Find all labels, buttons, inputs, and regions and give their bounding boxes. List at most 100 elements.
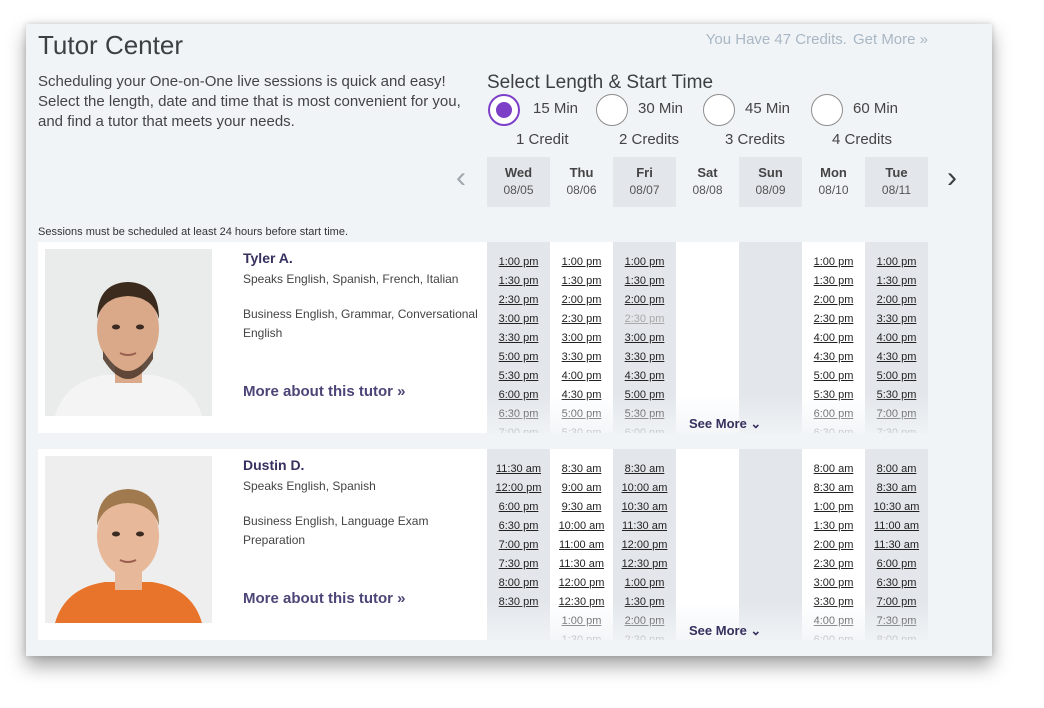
tutor-name[interactable]: Dustin D.: [243, 457, 304, 473]
length-option-1[interactable]: 15 Min: [488, 94, 600, 126]
time-slot[interactable]: 1:00 pm: [487, 253, 550, 272]
time-slot[interactable]: 11:30 am: [550, 555, 613, 574]
time-slot[interactable]: 3:00 pm: [487, 310, 550, 329]
more-about-tutor-link[interactable]: More about this tutor »: [243, 590, 406, 607]
more-about-tutor-link[interactable]: More about this tutor »: [243, 383, 406, 400]
time-slot[interactable]: 1:00 pm: [802, 253, 865, 272]
time-slot[interactable]: 1:30 pm: [613, 272, 676, 291]
time-slot[interactable]: 1:30 pm: [802, 517, 865, 536]
time-slot[interactable]: 6:00 pm: [487, 498, 550, 517]
time-slot[interactable]: 1:00 pm: [613, 253, 676, 272]
length-option-3[interactable]: 45 Min: [703, 94, 815, 126]
time-slot[interactable]: 5:00 pm: [613, 386, 676, 405]
time-slot[interactable]: 8:30 am: [802, 479, 865, 498]
time-slot[interactable]: 6:00 pm: [802, 405, 865, 424]
time-slot[interactable]: 10:00 am: [613, 479, 676, 498]
time-slot[interactable]: 6:30 pm: [865, 574, 928, 593]
time-slot[interactable]: 1:00 pm: [865, 253, 928, 272]
time-slot[interactable]: 1:00 pm: [802, 498, 865, 517]
time-slot[interactable]: 12:00 pm: [487, 479, 550, 498]
time-slot[interactable]: 3:30 pm: [802, 593, 865, 612]
time-slot[interactable]: 6:00 pm: [487, 386, 550, 405]
time-slot[interactable]: 3:30 pm: [613, 348, 676, 367]
time-slot[interactable]: 5:30 pm: [550, 424, 613, 433]
time-slot[interactable]: 2:30 pm: [613, 631, 676, 640]
prev-week-arrow-icon[interactable]: ‹: [456, 163, 466, 193]
time-slot[interactable]: 5:00 pm: [802, 367, 865, 386]
time-slot[interactable]: 12:30 pm: [550, 593, 613, 612]
length-radio[interactable]: [703, 94, 735, 126]
time-slot[interactable]: 12:00 pm: [550, 574, 613, 593]
time-slot[interactable]: 4:30 pm: [550, 386, 613, 405]
time-slot[interactable]: 1:30 pm: [865, 272, 928, 291]
time-slot[interactable]: 7:00 pm: [865, 593, 928, 612]
time-slot[interactable]: 5:30 pm: [487, 367, 550, 386]
time-slot[interactable]: 3:00 pm: [613, 329, 676, 348]
length-option-2[interactable]: 30 Min: [596, 94, 708, 126]
time-slot[interactable]: 4:30 pm: [802, 348, 865, 367]
time-slot[interactable]: 3:30 pm: [865, 310, 928, 329]
time-slot[interactable]: 1:30 pm: [802, 272, 865, 291]
time-slot[interactable]: 4:00 pm: [802, 612, 865, 631]
time-slot[interactable]: 1:30 pm: [550, 272, 613, 291]
time-slot[interactable]: 7:00 pm: [487, 536, 550, 555]
time-slot[interactable]: 3:00 pm: [802, 574, 865, 593]
time-slot[interactable]: 6:00 pm: [613, 424, 676, 433]
time-slot[interactable]: 8:00 pm: [865, 631, 928, 640]
time-slot[interactable]: 8:00 am: [865, 460, 928, 479]
time-slot[interactable]: 11:00 am: [865, 517, 928, 536]
time-slot[interactable]: 11:30 am: [613, 517, 676, 536]
length-option-4[interactable]: 60 Min: [811, 94, 923, 126]
time-slot[interactable]: 6:30 pm: [487, 517, 550, 536]
time-slot[interactable]: 2:30 pm: [550, 310, 613, 329]
time-slot[interactable]: 1:30 pm: [613, 593, 676, 612]
time-slot[interactable]: 2:30 pm: [802, 310, 865, 329]
time-slot[interactable]: 7:00 pm: [487, 424, 550, 433]
time-slot[interactable]: 2:30 pm: [613, 310, 676, 329]
time-slot[interactable]: 10:30 am: [865, 498, 928, 517]
time-slot[interactable]: 1:30 pm: [550, 631, 613, 640]
time-slot[interactable]: 8:00 am: [802, 460, 865, 479]
time-slot[interactable]: 8:30 am: [613, 460, 676, 479]
time-slot[interactable]: 2:00 pm: [802, 536, 865, 555]
time-slot[interactable]: 1:00 pm: [550, 253, 613, 272]
time-slot[interactable]: 2:00 pm: [550, 291, 613, 310]
time-slot[interactable]: 6:30 pm: [487, 405, 550, 424]
time-slot[interactable]: 4:00 pm: [802, 329, 865, 348]
time-slot[interactable]: 4:30 pm: [865, 348, 928, 367]
time-slot[interactable]: 5:30 pm: [613, 405, 676, 424]
time-slot[interactable]: 11:30 am: [487, 460, 550, 479]
time-slot[interactable]: 3:30 pm: [550, 348, 613, 367]
tutor-name[interactable]: Tyler A.: [243, 250, 293, 266]
time-slot[interactable]: 4:00 pm: [865, 329, 928, 348]
time-slot[interactable]: 1:00 pm: [550, 612, 613, 631]
time-slot[interactable]: 7:30 pm: [487, 555, 550, 574]
length-radio[interactable]: [811, 94, 843, 126]
next-week-arrow-icon[interactable]: ›: [947, 163, 957, 193]
time-slot[interactable]: 11:00 am: [550, 536, 613, 555]
time-slot[interactable]: 4:00 pm: [550, 367, 613, 386]
time-slot[interactable]: 1:30 pm: [487, 272, 550, 291]
time-slot[interactable]: 2:30 pm: [487, 291, 550, 310]
time-slot[interactable]: 5:30 pm: [802, 386, 865, 405]
time-slot[interactable]: 3:30 pm: [487, 329, 550, 348]
see-more-button[interactable]: See More ⌄: [689, 416, 761, 432]
time-slot[interactable]: 9:00 am: [550, 479, 613, 498]
time-slot[interactable]: 12:00 pm: [613, 536, 676, 555]
length-radio[interactable]: [596, 94, 628, 126]
time-slot[interactable]: 2:00 pm: [613, 291, 676, 310]
time-slot[interactable]: 8:30 pm: [487, 593, 550, 612]
time-slot[interactable]: 11:30 am: [865, 536, 928, 555]
time-slot[interactable]: 5:00 pm: [487, 348, 550, 367]
time-slot[interactable]: 2:00 pm: [613, 612, 676, 631]
get-more-link[interactable]: Get More »: [853, 31, 928, 48]
time-slot[interactable]: 5:30 pm: [865, 386, 928, 405]
time-slot[interactable]: 8:30 am: [550, 460, 613, 479]
time-slot[interactable]: 10:30 am: [613, 498, 676, 517]
time-slot[interactable]: 8:30 am: [865, 479, 928, 498]
time-slot[interactable]: 1:00 pm: [613, 574, 676, 593]
time-slot[interactable]: 7:00 pm: [865, 405, 928, 424]
time-slot[interactable]: 5:00 pm: [550, 405, 613, 424]
time-slot[interactable]: 2:00 pm: [802, 291, 865, 310]
time-slot[interactable]: 9:30 am: [550, 498, 613, 517]
